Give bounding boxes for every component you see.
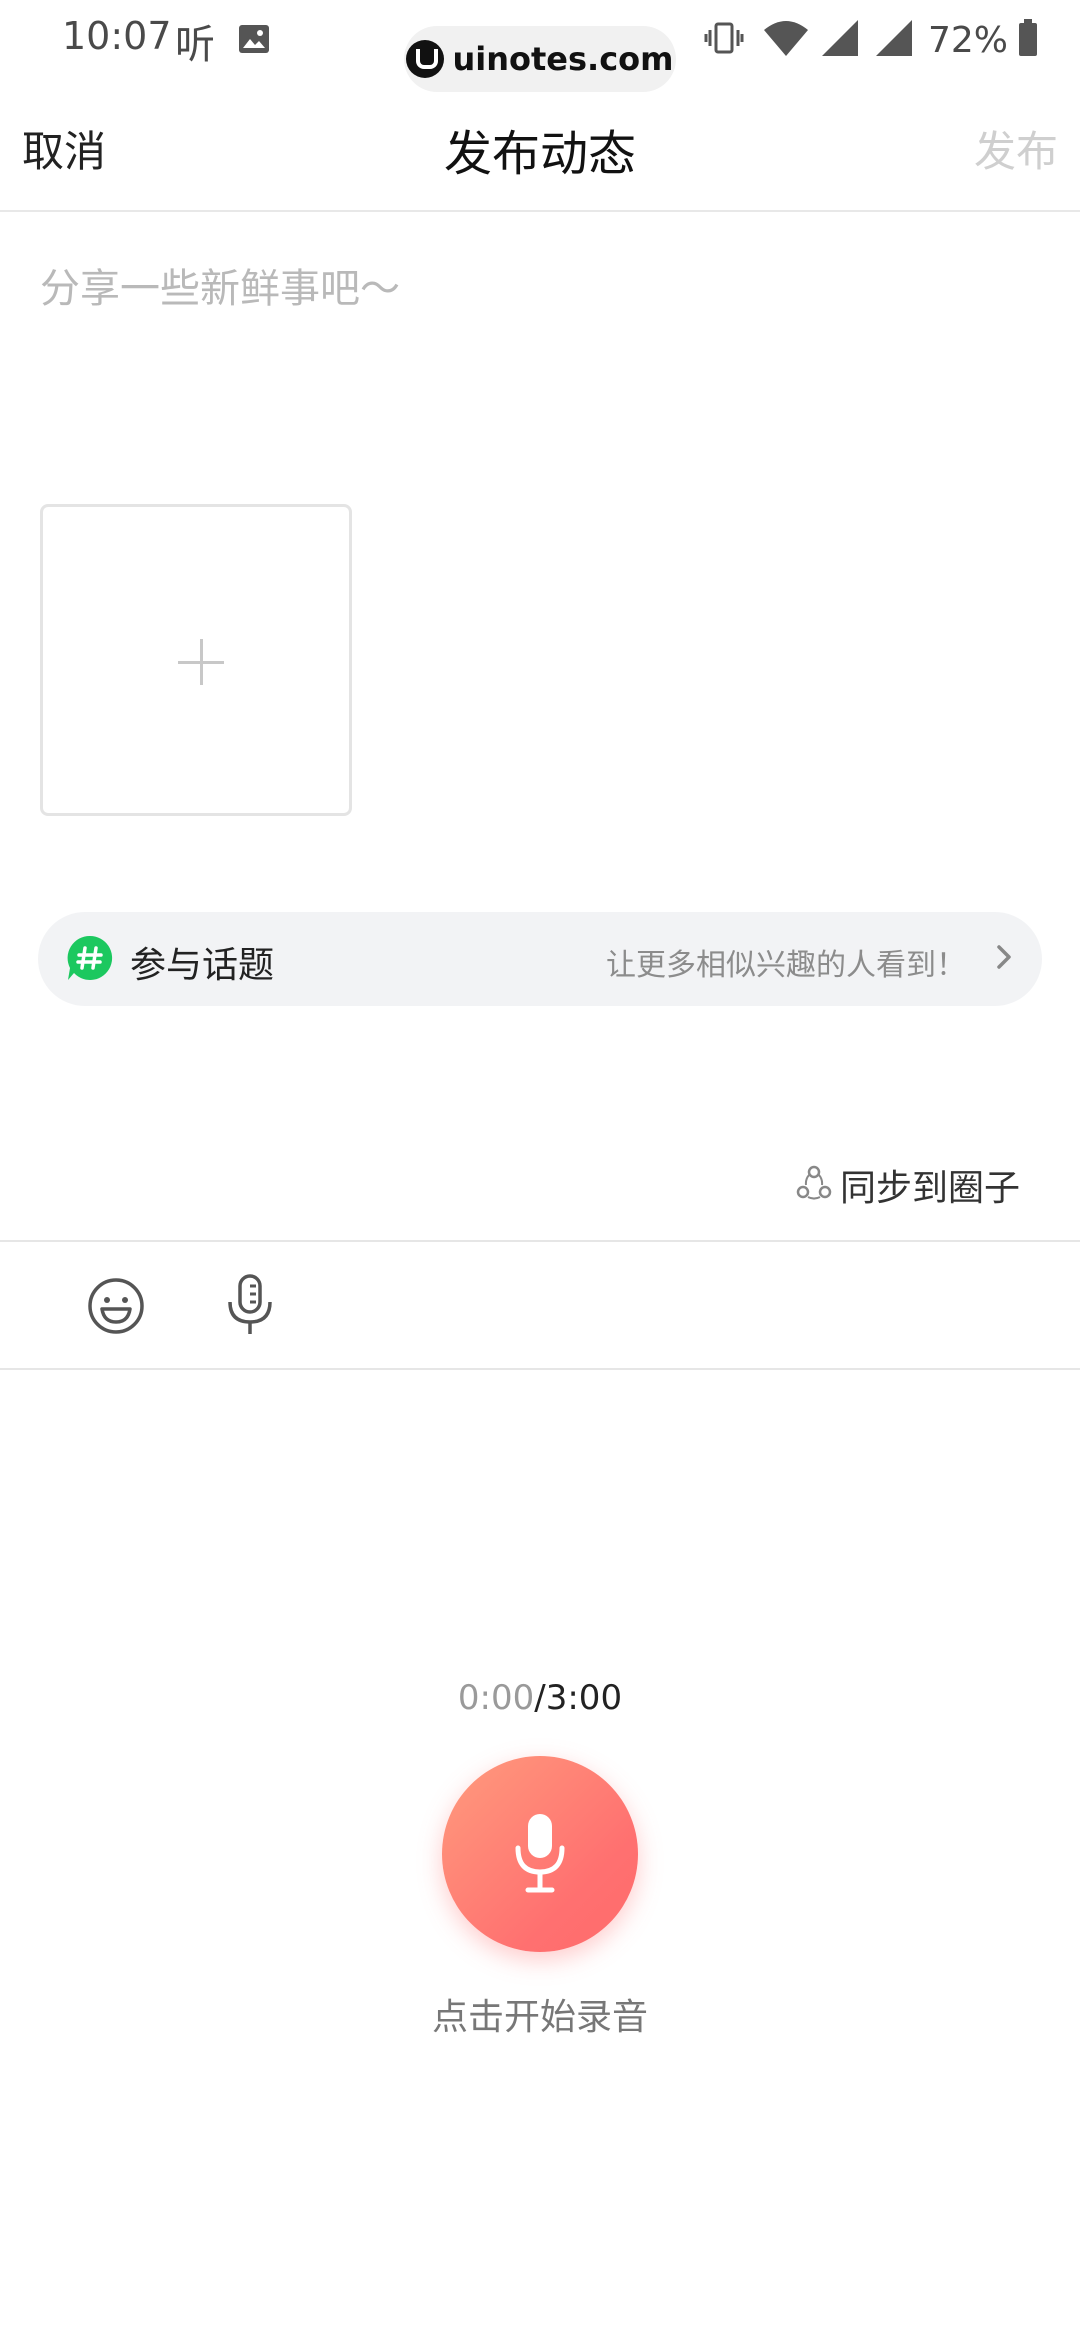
add-image-button[interactable] bbox=[40, 504, 352, 816]
header: 取消 发布动态 发布 bbox=[0, 90, 1080, 212]
watermark-logo-icon bbox=[406, 40, 445, 78]
chevron-right-icon bbox=[994, 942, 1014, 976]
start-record-button[interactable] bbox=[442, 1756, 638, 1952]
total-time: /3:00 bbox=[534, 1678, 623, 1718]
topic-label: 参与话题 bbox=[130, 945, 275, 986]
gallery-icon bbox=[238, 24, 270, 58]
status-bar: 10:07 听 uinotes.com 72% bbox=[0, 0, 1080, 92]
signal-icon bbox=[820, 18, 860, 62]
hashtag-icon bbox=[66, 934, 114, 982]
signal-icon bbox=[874, 18, 914, 62]
page-title: 发布动态 bbox=[443, 126, 636, 182]
publish-button[interactable]: 发布 bbox=[974, 118, 1058, 179]
topic-hint: 让更多相似兴趣的人看到！ bbox=[606, 948, 966, 983]
status-time: 10:07 bbox=[62, 14, 172, 58]
status-icons: 72% bbox=[704, 16, 1038, 64]
microphone-icon bbox=[515, 1814, 565, 1893]
ting-app-icon: 听 bbox=[175, 22, 215, 68]
watermark-text: uinotes.com bbox=[452, 40, 674, 78]
sync-to-circle-button[interactable]: 同步到圈子 bbox=[796, 1160, 1020, 1210]
microphone-icon[interactable] bbox=[220, 1272, 280, 1342]
emoji-icon[interactable] bbox=[86, 1276, 146, 1340]
battery-percent: 72% bbox=[927, 19, 1008, 61]
battery-icon bbox=[1018, 19, 1038, 61]
watermark-badge: uinotes.com bbox=[404, 26, 676, 92]
record-timer: 0:00/3:00 bbox=[0, 1678, 1080, 1718]
input-toolbar bbox=[0, 1240, 1080, 1370]
vibrate-icon bbox=[704, 18, 744, 62]
topic-selector[interactable]: 参与话题 让更多相似兴趣的人看到！ bbox=[38, 912, 1042, 1006]
record-hint: 点击开始录音 bbox=[431, 1997, 648, 2038]
wifi-icon bbox=[762, 18, 810, 62]
circle-group-icon bbox=[796, 1165, 832, 1205]
elapsed-time: 0:00 bbox=[457, 1678, 535, 1718]
post-text-input[interactable] bbox=[38, 248, 1042, 330]
sync-label: 同步到圈子 bbox=[839, 1168, 1020, 1209]
